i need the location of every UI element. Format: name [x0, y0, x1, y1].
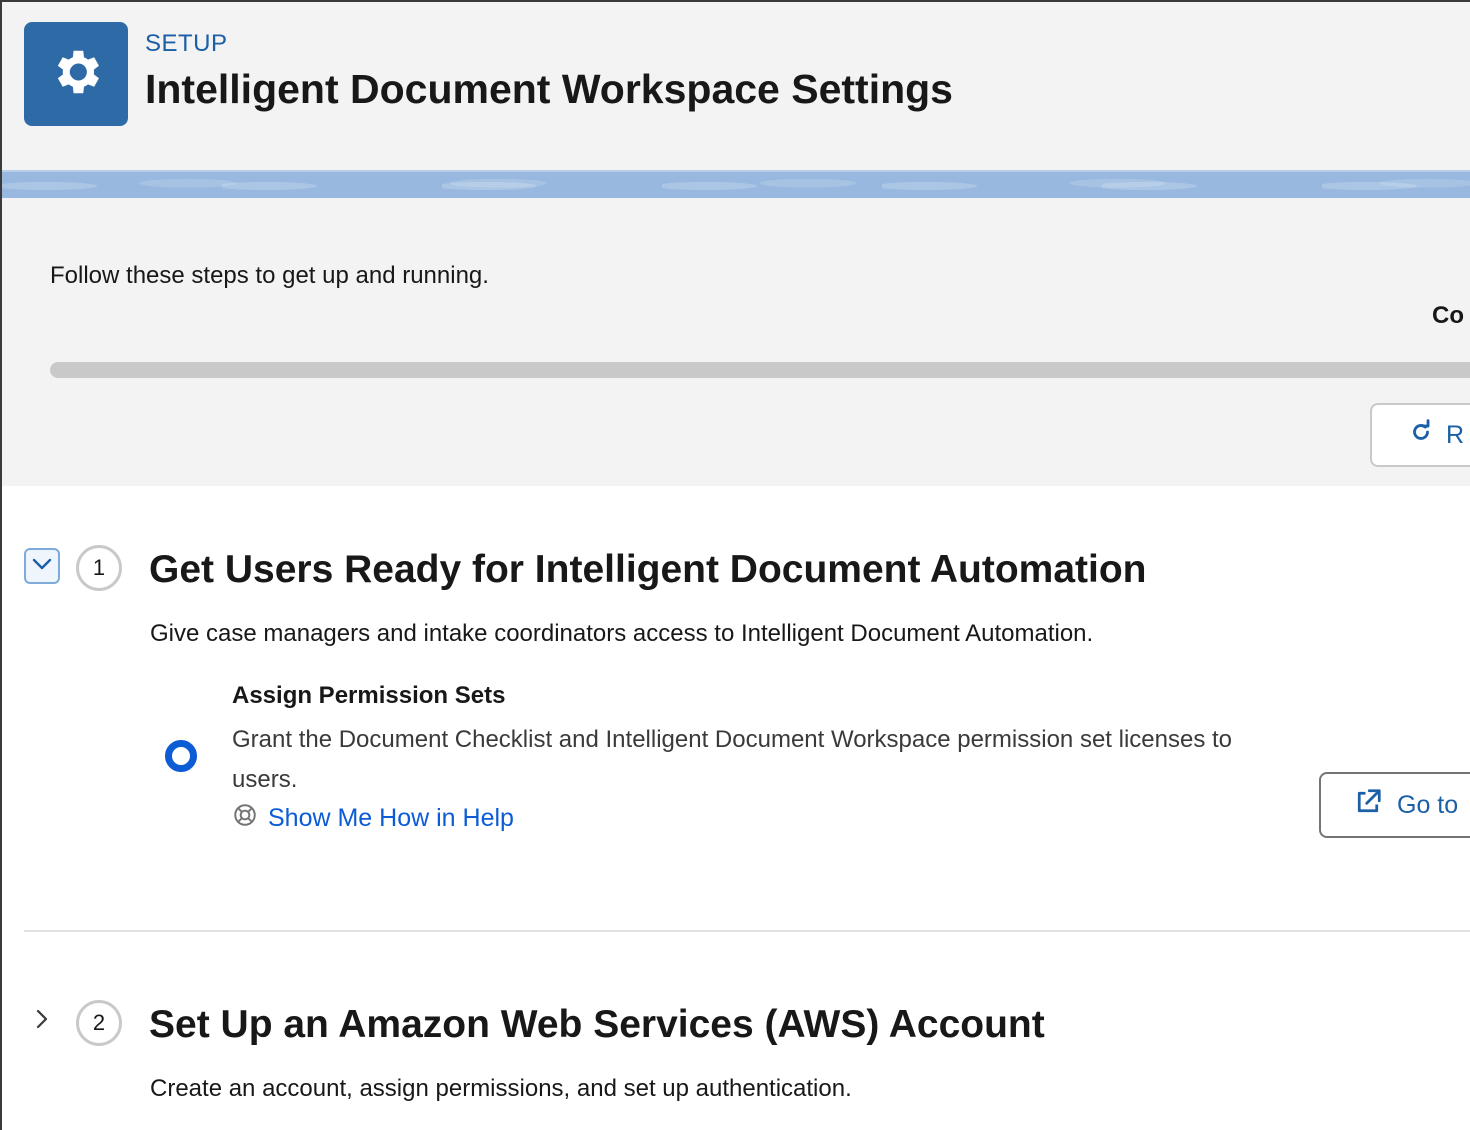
refresh-button-label: R [1446, 420, 1465, 449]
step-description: Create an account, assign permissions, a… [150, 1075, 852, 1102]
app-frame: SETUP Intelligent Document Workspace Set… [0, 0, 1470, 1130]
completion-label: Co [1432, 302, 1464, 329]
step-divider [24, 930, 1470, 932]
step-2-toggle[interactable] [24, 1003, 60, 1039]
step-number-badge: 1 [76, 545, 122, 591]
decorative-band [2, 170, 1470, 200]
setup-tile [24, 22, 128, 126]
task-title: Assign Permission Sets [232, 682, 506, 709]
refresh-button[interactable]: R [1370, 403, 1470, 467]
go-to-button-label: Go to [1397, 790, 1459, 819]
setup-kicker: SETUP [145, 30, 228, 57]
step-1-toggle[interactable] [24, 548, 60, 584]
chevron-down-icon [32, 557, 52, 576]
gear-icon [47, 43, 105, 106]
intro-text: Follow these steps to get up and running… [50, 262, 489, 289]
step-number-badge: 2 [76, 1000, 122, 1046]
page-header: SETUP Intelligent Document Workspace Set… [2, 2, 1470, 170]
help-link-label: Show Me How in Help [268, 804, 514, 832]
task-status-indicator [165, 740, 197, 772]
step-description: Give case managers and intake coordinato… [150, 620, 1094, 647]
help-lifebuoy-icon [232, 802, 258, 835]
show-me-how-link[interactable]: Show Me How in Help [232, 802, 514, 835]
page-title: Intelligent Document Workspace Settings [145, 66, 953, 112]
chevron-right-icon [35, 1008, 49, 1035]
progress-bar [50, 362, 1470, 378]
task-description: Grant the Document Checklist and Intelli… [232, 726, 1233, 793]
refresh-icon [1408, 418, 1434, 452]
go-to-button[interactable]: Go to [1319, 772, 1470, 838]
step-title: Set Up an Amazon Web Services (AWS) Acco… [149, 1003, 1045, 1046]
step-title: Get Users Ready for Intelligent Document… [149, 548, 1147, 591]
external-link-icon [1353, 787, 1383, 824]
progress-panel: Follow these steps to get up and running… [2, 198, 1470, 486]
